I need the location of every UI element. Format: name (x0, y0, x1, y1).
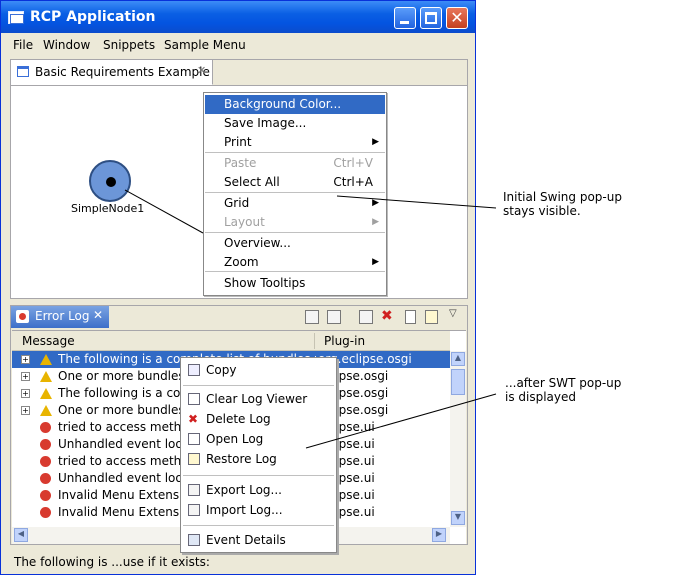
annotation-line-swing (336, 195, 497, 209)
annotation-swing-line1: Initial Swing pop-up (503, 190, 622, 204)
annotation-swing: Initial Swing pop-up stays visible. (503, 190, 622, 218)
annotation-lines (124, 189, 497, 449)
annotation-swt-line1: ...after SWT pop-up (505, 376, 622, 390)
annotation-swt-line2: is displayed (505, 390, 577, 404)
annotation-line-swt (305, 393, 497, 449)
annotation-swt: ...after SWT pop-up is displayed (505, 376, 621, 404)
annotation-swing-line2: stays visible. (503, 204, 581, 218)
node-edge (124, 189, 204, 234)
